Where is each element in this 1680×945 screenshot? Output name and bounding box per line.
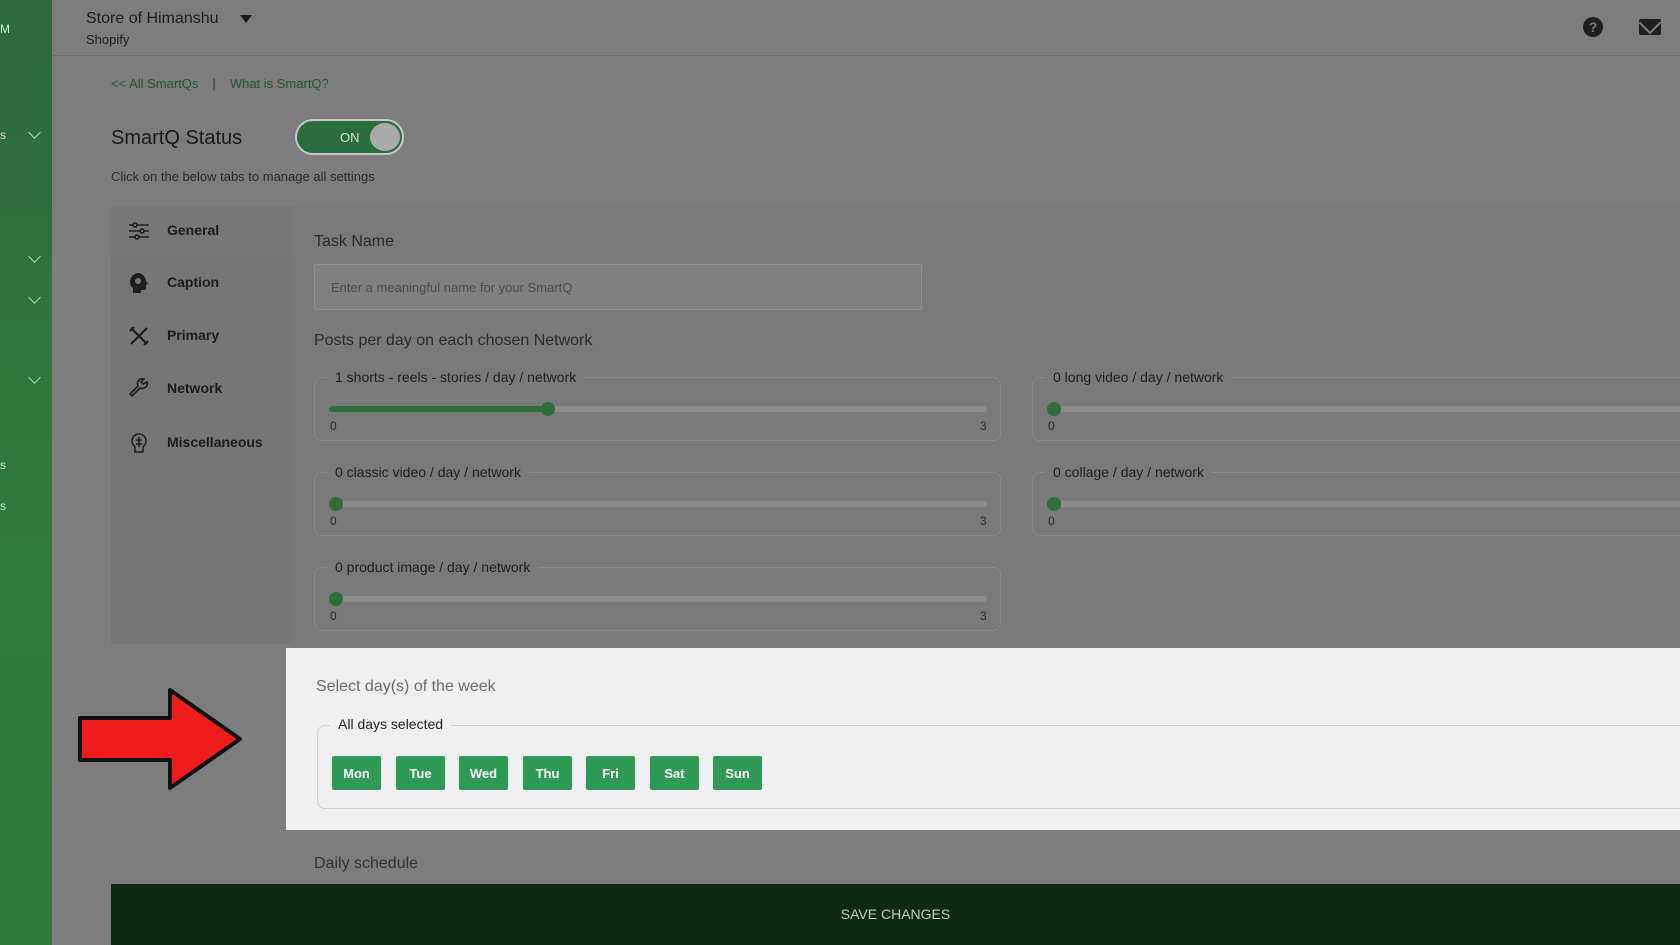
day-button-sun[interactable]: Sun — [713, 756, 762, 790]
store-name[interactable]: Store of Himanshu — [86, 10, 219, 28]
slider-min: 0 — [330, 419, 337, 433]
tab-general[interactable]: General — [111, 206, 292, 256]
tab-miscellaneous[interactable]: Miscellaneous — [111, 418, 292, 468]
shorts-slider[interactable]: 1 shorts - reels - stories / day / netwo… — [314, 369, 1001, 441]
slider-track[interactable] — [1047, 501, 1680, 507]
smartq-status-label: SmartQ Status — [111, 127, 243, 149]
tab-caption[interactable]: Caption — [111, 258, 292, 308]
long-video-slider[interactable]: 0 long video / day / network 0 — [1032, 369, 1680, 441]
day-button-sat[interactable]: Sat — [650, 756, 699, 790]
nav-fragment[interactable]: s — [0, 458, 6, 472]
slider-track[interactable] — [329, 501, 987, 507]
slider-thumb[interactable] — [329, 592, 343, 606]
nav-fragment[interactable]: s — [0, 499, 6, 513]
tab-label: Miscellaneous — [167, 434, 263, 450]
slider-min: 0 — [1048, 514, 1055, 528]
task-name-label: Task Name — [314, 233, 395, 250]
day-button-fri[interactable]: Fri — [586, 756, 635, 790]
chevron-down-icon[interactable] — [28, 126, 41, 139]
what-is-smartq-link[interactable]: What is SmartQ? — [230, 76, 329, 91]
breadcrumb: << All SmartQs | What is SmartQ? — [111, 76, 329, 91]
day-button-thu[interactable]: Thu — [523, 756, 572, 790]
slider-max: 3 — [980, 514, 987, 528]
slider-track[interactable] — [329, 596, 987, 602]
slider-max: 3 — [980, 419, 987, 433]
task-name-input[interactable] — [314, 264, 922, 310]
posts-per-day-label: Posts per day on each chosen Network — [314, 332, 593, 349]
store-platform: Shopify — [86, 32, 130, 47]
chevron-down-icon[interactable] — [28, 250, 41, 263]
left-nav-rail: M s s s — [0, 0, 52, 945]
slider-max: 3 — [980, 609, 987, 623]
slider-label: 0 product image / day / network — [327, 559, 539, 575]
save-changes-button[interactable]: SAVE CHANGES — [111, 884, 1680, 945]
tab-label: General — [167, 222, 220, 238]
collage-slider[interactable]: 0 collage / day / network 0 — [1032, 464, 1680, 536]
nav-fragment[interactable]: M — [0, 22, 10, 36]
day-button-mon[interactable]: Mon — [332, 756, 381, 790]
slider-label: 1 shorts - reels - stories / day / netwo… — [327, 369, 585, 385]
slider-label: 0 collage / day / network — [1045, 464, 1212, 480]
tab-network[interactable]: Network — [111, 364, 292, 414]
smartq-status-toggle[interactable]: ON — [295, 119, 404, 155]
product-image-slider[interactable]: 0 product image / day / network 0 3 — [314, 559, 1001, 631]
toggle-knob — [370, 123, 400, 151]
slider-min: 0 — [1048, 419, 1055, 433]
all-smartqs-link[interactable]: << All SmartQs — [111, 76, 198, 91]
slider-min: 0 — [330, 514, 337, 528]
slider-thumb[interactable] — [329, 497, 343, 511]
red-arrow-icon — [78, 688, 242, 790]
caret-down-icon[interactable] — [240, 15, 252, 23]
daily-schedule-label: Daily schedule — [314, 855, 419, 872]
slider-fill — [329, 406, 549, 412]
day-button-tue[interactable]: Tue — [396, 756, 445, 790]
slider-label: 0 classic video / day / network — [327, 464, 529, 480]
days-title: Select day(s) of the week — [316, 678, 496, 695]
days-fieldset: All days selected Mon Tue Wed Thu Fri Sa… — [317, 716, 1680, 809]
slider-track[interactable] — [1047, 406, 1680, 412]
head-icon — [130, 273, 148, 293]
tab-label: Primary — [167, 327, 220, 343]
nav-fragment[interactable]: s — [0, 128, 6, 142]
tools-icon — [129, 326, 149, 346]
brain-icon — [131, 433, 147, 453]
slider-thumb[interactable] — [1047, 497, 1061, 511]
tab-label: Network — [167, 380, 223, 396]
sliders-icon — [129, 222, 149, 240]
slider-min: 0 — [330, 609, 337, 623]
chevron-down-icon[interactable] — [28, 371, 41, 384]
tab-primary[interactable]: Primary — [111, 311, 292, 361]
settings-tabs: General Caption Primary Network Miscella… — [111, 206, 292, 644]
link-separator: | — [212, 76, 216, 91]
chevron-down-icon[interactable] — [28, 291, 41, 304]
classic-video-slider[interactable]: 0 classic video / day / network 0 3 — [314, 464, 1001, 536]
days-of-week-section: Select day(s) of the week All days selec… — [286, 648, 1680, 830]
help-circle-icon[interactable]: ? — [1583, 17, 1603, 37]
wrench-icon — [128, 377, 149, 398]
slider-thumb[interactable] — [1047, 402, 1061, 416]
tabs-hint: Click on the below tabs to manage all se… — [111, 169, 375, 184]
mail-icon[interactable] — [1639, 19, 1661, 35]
day-button-wed[interactable]: Wed — [459, 756, 508, 790]
slider-thumb[interactable] — [541, 402, 556, 416]
tab-label: Caption — [167, 274, 220, 290]
slider-label: 0 long video / day / network — [1045, 369, 1232, 385]
days-legend: All days selected — [330, 716, 452, 732]
top-bar: Store of Himanshu Shopify ? — [52, 0, 1680, 56]
toggle-state: ON — [340, 130, 360, 145]
